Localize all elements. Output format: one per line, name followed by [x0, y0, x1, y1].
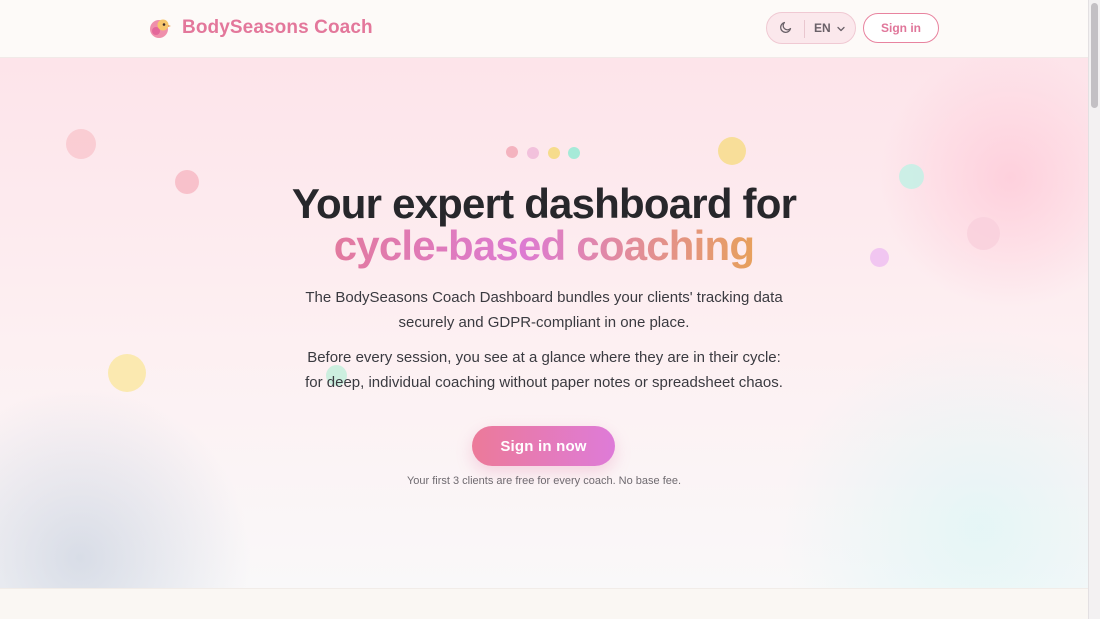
next-section-edge [0, 588, 1088, 619]
header-sign-in-button[interactable]: Sign in [863, 13, 939, 43]
controls-divider [804, 20, 805, 38]
scrollbar-thumb[interactable] [1091, 3, 1098, 108]
hero-description-2-line2: for deep, individual coaching without pa… [305, 374, 783, 391]
season-dot-4 [568, 147, 580, 159]
season-dot-3 [548, 147, 560, 159]
hero-title-line1: Your expert dashboard for [291, 180, 797, 227]
theme-toggle-button[interactable] [775, 18, 797, 40]
hero-description-2: Before every session, you see at a glanc… [0, 345, 1088, 395]
moon-icon [779, 20, 793, 39]
hero-description-1: The BodySeasons Coach Dashboard bundles … [0, 285, 1088, 335]
brand-name: BodySeasons Coach [182, 17, 373, 38]
top-navbar: BodySeasons Coach EN Sign in [0, 0, 1088, 58]
page: BodySeasons Coach EN Sign in Your expert… [0, 0, 1088, 619]
language-label: EN [814, 21, 831, 35]
chevron-down-icon [837, 21, 845, 35]
season-dot-2 [527, 147, 539, 159]
hero-description-1-line2: securely and GDPR-compliant in one place… [398, 314, 690, 331]
bird-logo-icon [148, 16, 172, 40]
hero-title-line2: cycle-based coaching [0, 222, 1088, 270]
pricing-note: Your first 3 clients are free for every … [406, 475, 682, 487]
brand-link[interactable]: BodySeasons Coach [148, 16, 373, 40]
hero-title-highlight: cycle-based coaching [333, 222, 755, 269]
decor-bubble [66, 129, 96, 159]
display-controls: EN [766, 12, 856, 44]
hero-description-2-line1: Before every session, you see at a glanc… [307, 349, 781, 366]
sign-in-now-button[interactable]: Sign in now [472, 426, 615, 466]
language-select[interactable]: EN [814, 21, 845, 35]
season-dot-1 [506, 146, 518, 158]
hero-description-1-line1: The BodySeasons Coach Dashboard bundles … [305, 289, 783, 306]
decor-bubble [718, 137, 746, 165]
vertical-scrollbar[interactable] [1088, 0, 1100, 619]
